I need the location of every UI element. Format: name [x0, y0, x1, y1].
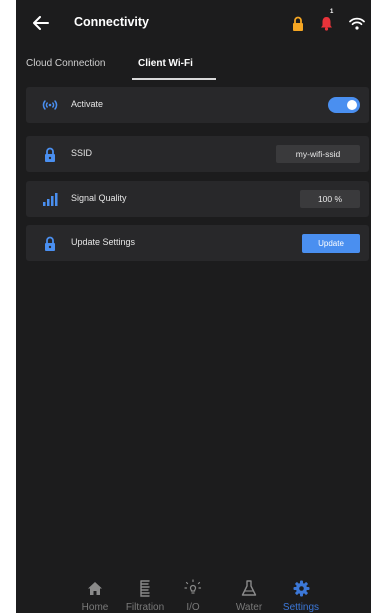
home-icon: [84, 577, 106, 599]
tab-cloud-connection[interactable]: Cloud Connection: [26, 58, 106, 69]
page-title: Connectivity: [74, 15, 150, 29]
nav-item-home[interactable]: Home: [68, 565, 122, 613]
signal-quality-label: Signal Quality: [71, 193, 127, 203]
bell-icon[interactable]: [315, 12, 337, 34]
active-tab-indicator: [132, 78, 216, 80]
lock-icon: [40, 233, 60, 253]
signal-quality-value: 100 %: [300, 190, 360, 208]
nav-label-settings: Settings: [282, 602, 320, 613]
signal-bars-icon: [40, 189, 60, 209]
wifi-icon[interactable]: [346, 12, 368, 34]
app-header: Connectivity 1: [16, 0, 371, 46]
wifi-signal-icon: [40, 95, 60, 115]
nav-item-settings[interactable]: Settings: [274, 565, 328, 613]
lock-icon[interactable]: [287, 12, 309, 34]
gear-icon: [290, 577, 312, 599]
back-arrow-icon[interactable]: [30, 12, 52, 34]
nav-item-io[interactable]: I/O: [166, 565, 220, 613]
nav-label-filtration: Filtration: [125, 602, 165, 613]
app-screen: Connectivity 1 Cloud Connection Client W…: [16, 0, 371, 613]
nav-item-water[interactable]: Water: [222, 565, 276, 613]
lock-icon: [40, 144, 60, 164]
update-settings-row: Update Settings Update: [26, 225, 369, 261]
update-button[interactable]: Update: [302, 234, 360, 253]
ssid-label: SSID: [71, 148, 93, 158]
lightbulb-icon: [182, 577, 204, 599]
flask-icon: [238, 577, 260, 599]
ssid-input[interactable]: my-wifi-ssid: [276, 145, 360, 163]
activate-row: Activate: [26, 87, 369, 123]
ssid-row: SSID my-wifi-ssid: [26, 136, 369, 172]
notification-count-badge: 1: [330, 9, 334, 15]
nav-label-water: Water: [235, 602, 263, 613]
nav-label-home: Home: [81, 602, 109, 613]
filtration-icon: [134, 577, 156, 599]
activate-label: Activate: [71, 99, 104, 109]
nav-item-filtration[interactable]: Filtration: [118, 565, 172, 613]
bottom-navigation: Home Filtration I/O Water Settings: [16, 565, 371, 613]
tab-bar: Cloud Connection Client Wi-Fi: [16, 52, 371, 80]
activate-toggle[interactable]: [328, 97, 360, 113]
toggle-knob: [347, 100, 357, 110]
tab-client-wifi[interactable]: Client Wi-Fi: [138, 58, 193, 69]
update-settings-label: Update Settings: [71, 237, 136, 247]
signal-quality-row: Signal Quality 100 %: [26, 181, 369, 217]
nav-label-io: I/O: [186, 602, 200, 613]
